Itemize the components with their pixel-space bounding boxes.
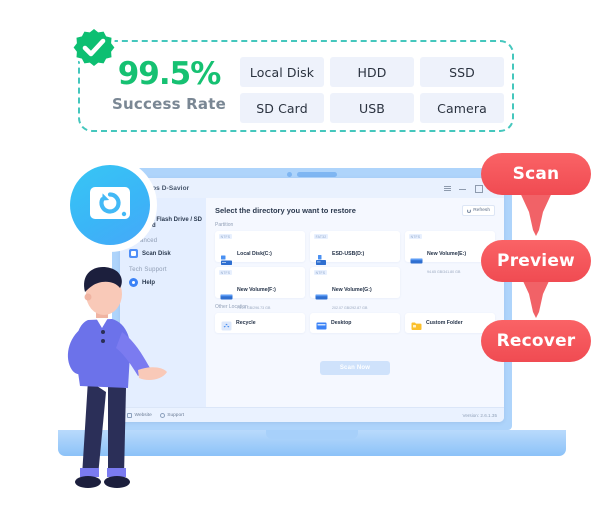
partition-size: 202.07 GB/292.87 GB bbox=[332, 306, 368, 310]
page-title: Select the directory you want to restore bbox=[215, 206, 356, 215]
laptop-mockup: dos D-Savior Partition USB Flash Drive /… bbox=[58, 168, 566, 468]
filesystem-badge: FAT32 bbox=[314, 234, 328, 240]
location-name: Custom Folder bbox=[426, 320, 463, 326]
app-window: dos D-Savior Partition USB Flash Drive /… bbox=[120, 178, 504, 422]
partition-card[interactable]: FAT32 ESD-USB(D:) bbox=[310, 231, 400, 274]
statusbar: Website Support Version: 2.6.1.35 bbox=[120, 407, 504, 422]
partition-name: New Volume(F:) bbox=[237, 287, 276, 293]
refresh-icon bbox=[467, 208, 472, 213]
minimize-icon[interactable] bbox=[459, 185, 466, 192]
partition-size: 73.29 GB/296.73 GB bbox=[237, 306, 271, 310]
person-presenting-illustration bbox=[67, 267, 167, 488]
media-chip-ssd: SSD bbox=[420, 57, 504, 87]
filesystem-badge: NTFS bbox=[314, 270, 327, 276]
step-button-scan[interactable]: Scan bbox=[481, 153, 591, 195]
refresh-button[interactable]: Refresh bbox=[462, 205, 495, 216]
scan-now-button[interactable]: Scan Now bbox=[319, 361, 391, 375]
custom-folder-icon bbox=[411, 318, 422, 330]
location-card-recycle[interactable]: Recycle bbox=[215, 313, 305, 333]
desktop-folder-icon bbox=[316, 318, 327, 330]
hard-drive-icon bbox=[315, 291, 328, 302]
filesystem-badge: NTFS bbox=[409, 234, 422, 240]
success-rate-block: 99.5% Success Rate bbox=[104, 52, 234, 120]
window-titlebar: dos D-Savior bbox=[120, 178, 504, 198]
version-label: Version: 2.6.1.35 bbox=[462, 412, 497, 418]
partition-size: 94.65 GB/341.80 GB bbox=[427, 270, 461, 274]
location-card-custom-folder[interactable]: Custom Folder bbox=[405, 313, 495, 333]
partition-name: New Volume(G:) bbox=[332, 287, 372, 293]
partition-name: Local Disk(C:) bbox=[237, 251, 272, 257]
partition-name: New Volume(E:) bbox=[427, 251, 467, 257]
main-content: Select the directory you want to restore… bbox=[206, 198, 504, 407]
partition-card-grid: NTFS Local Disk(C:) FAT32 ESD-USB(D:) NT… bbox=[215, 231, 495, 310]
hard-drive-icon bbox=[410, 255, 423, 266]
sidebar-item-scan-disk[interactable]: Scan Disk bbox=[120, 246, 206, 261]
refresh-label: Refresh bbox=[473, 208, 490, 213]
laptop-lid: dos D-Savior Partition USB Flash Drive /… bbox=[112, 168, 512, 430]
media-chip-sd-card: SD Card bbox=[240, 93, 324, 123]
media-chip-hdd: HDD bbox=[330, 57, 414, 87]
main-header: Select the directory you want to restore… bbox=[215, 205, 495, 216]
menu-icon[interactable] bbox=[444, 185, 451, 192]
step-button-preview[interactable]: Preview bbox=[481, 240, 591, 282]
laptop-base-notch bbox=[266, 430, 358, 439]
filesystem-badge: NTFS bbox=[219, 234, 232, 240]
scan-disk-icon bbox=[129, 249, 138, 258]
verified-check-badge-icon bbox=[68, 23, 120, 75]
success-rate-value: 99.5% bbox=[117, 56, 222, 92]
app-logo bbox=[63, 158, 157, 252]
media-chip-camera: Camera bbox=[420, 93, 504, 123]
hard-drive-icon bbox=[220, 291, 233, 302]
filesystem-badge: NTFS bbox=[219, 270, 232, 276]
other-location-grid: Recycle Desktop Custom Folder bbox=[215, 313, 495, 333]
supported-media-grid: Local Disk HDD SSD SD Card USB Camera bbox=[240, 57, 504, 123]
scan-button-wrap: Scan Now bbox=[215, 333, 495, 407]
partition-card[interactable]: NTFS Local Disk(C:) bbox=[215, 231, 305, 274]
sidebar-item-label: Scan Disk bbox=[142, 250, 171, 257]
laptop-camera-icon bbox=[287, 172, 337, 177]
maximize-icon[interactable] bbox=[474, 185, 483, 193]
partition-card[interactable]: NTFS New Volume(F:) 73.29 GB/296.73 GB bbox=[215, 267, 305, 310]
local-disk-icon bbox=[220, 255, 233, 266]
location-name: Recycle bbox=[236, 320, 256, 326]
window-body: Partition USB Flash Drive / SD Card Adva… bbox=[120, 198, 504, 407]
partition-name: ESD-USB(D:) bbox=[332, 251, 365, 257]
location-name: Desktop bbox=[331, 320, 352, 326]
recycle-bin-icon bbox=[221, 318, 232, 331]
usb-stick-icon bbox=[315, 254, 328, 266]
step-button-recover[interactable]: Recover bbox=[481, 320, 591, 362]
location-card-desktop[interactable]: Desktop bbox=[310, 313, 400, 333]
success-rate-label: Success Rate bbox=[112, 95, 226, 113]
partition-section-label: Partition bbox=[215, 222, 234, 228]
partition-card[interactable]: NTFS New Volume(G:) 202.07 GB/292.87 GB bbox=[310, 267, 400, 310]
media-chip-local-disk: Local Disk bbox=[240, 57, 324, 87]
disk-restore-icon bbox=[70, 165, 150, 245]
media-chip-usb: USB bbox=[330, 93, 414, 123]
